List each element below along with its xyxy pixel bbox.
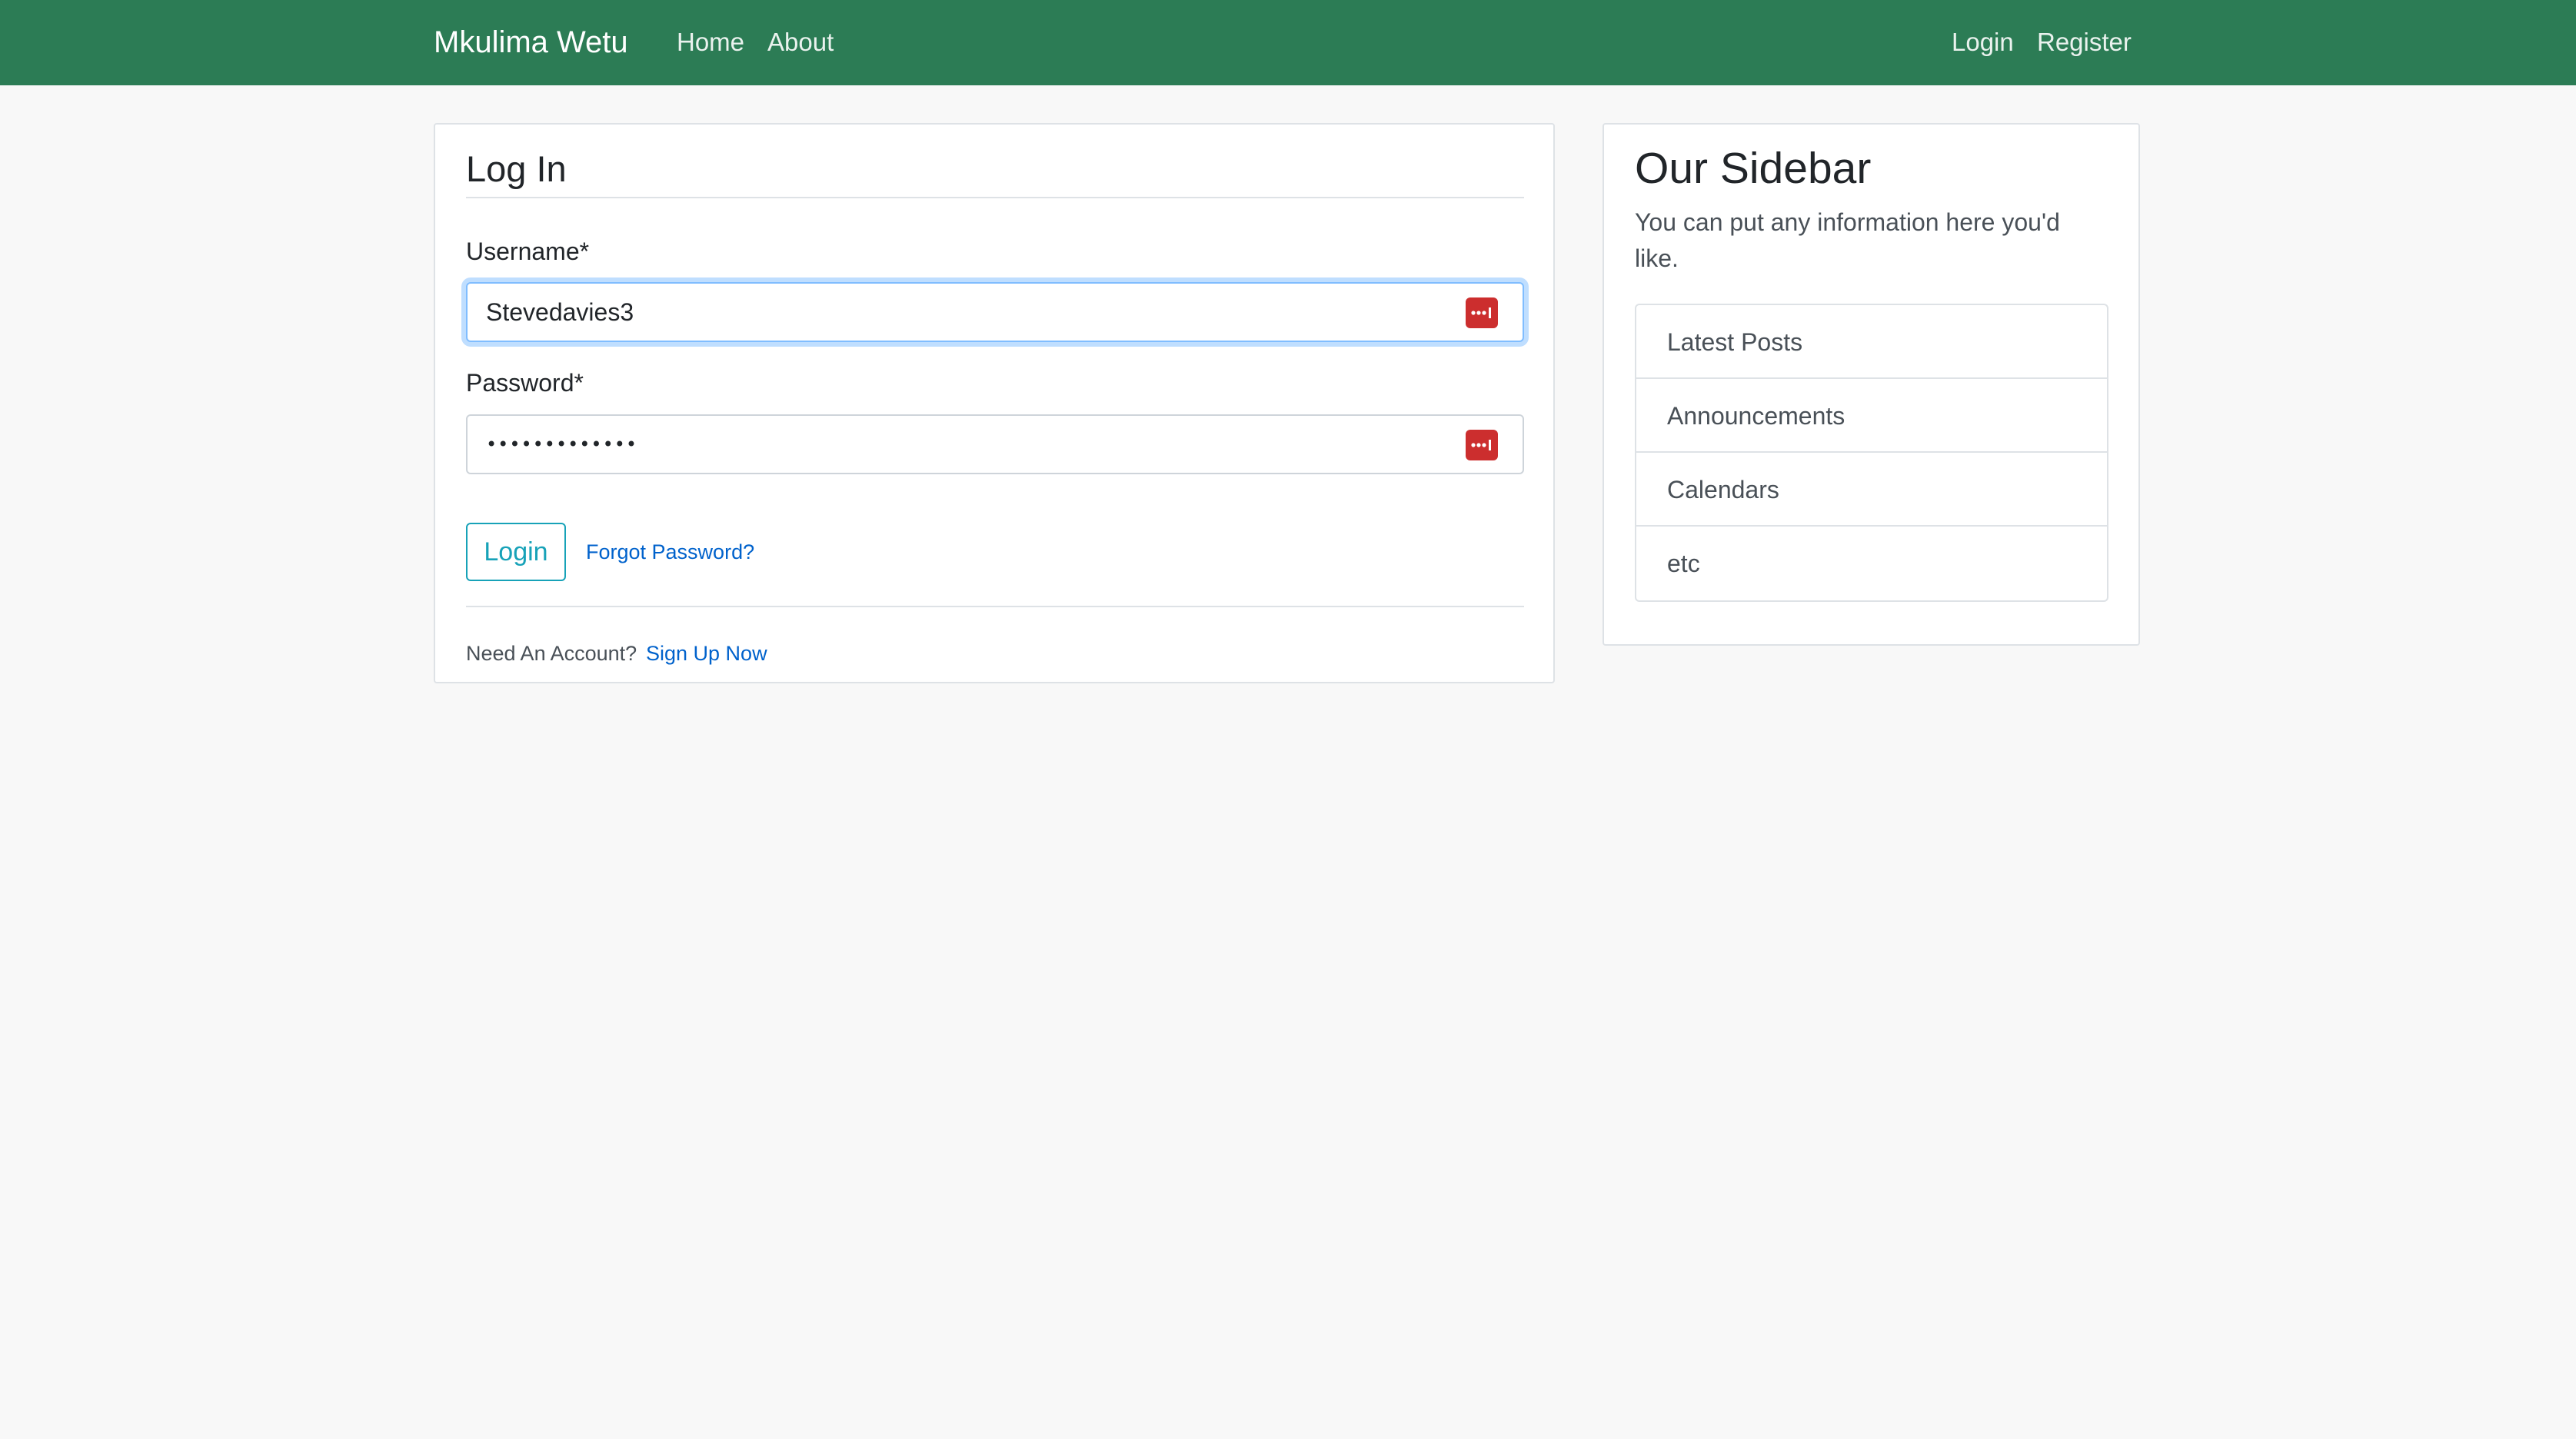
username-label: Username* <box>466 238 590 265</box>
sidebar-item-announcements[interactable]: Announcements <box>1636 379 2107 453</box>
form-divider <box>466 606 1524 607</box>
sidebar-card: Our Sidebar You can put any information … <box>1603 123 2140 646</box>
login-card: Log In Username* Password* Login Forgot … <box>434 123 1555 683</box>
title-divider <box>466 197 1524 198</box>
sign-up-link[interactable]: Sign Up Now <box>646 640 767 667</box>
nav-login-link[interactable]: Login <box>1952 25 2014 60</box>
top-navbar: Mkulima Wetu Home About Login Register <box>0 0 2576 85</box>
password-input[interactable] <box>486 425 1393 464</box>
sidebar-item-etc[interactable]: etc <box>1636 527 2107 600</box>
need-account-text: Need An Account? <box>466 642 637 665</box>
nav-register-link[interactable]: Register <box>2037 25 2132 60</box>
username-input[interactable] <box>486 293 1393 331</box>
nav-about-link[interactable]: About <box>767 25 834 60</box>
password-label: Password* <box>466 369 584 397</box>
sidebar-description: You can put any information here you'd l… <box>1635 208 2060 272</box>
password-manager-icon[interactable] <box>1466 297 1498 328</box>
sidebar-item-latest-posts[interactable]: Latest Posts <box>1636 305 2107 379</box>
login-submit-button[interactable]: Login <box>466 523 566 581</box>
brand-logo-link[interactable]: Mkulima Wetu <box>434 23 628 61</box>
sidebar-title: Our Sidebar <box>1635 144 1872 193</box>
nav-home-link[interactable]: Home <box>677 25 744 60</box>
sidebar-list: Latest Posts Announcements Calendars etc <box>1635 304 2108 602</box>
forgot-password-link[interactable]: Forgot Password? <box>586 538 754 566</box>
sidebar-item-calendars[interactable]: Calendars <box>1636 453 2107 527</box>
password-field-wrapper <box>466 414 1524 474</box>
username-field-wrapper <box>466 282 1524 342</box>
login-title: Log In <box>466 148 567 189</box>
password-manager-icon[interactable] <box>1466 430 1498 460</box>
